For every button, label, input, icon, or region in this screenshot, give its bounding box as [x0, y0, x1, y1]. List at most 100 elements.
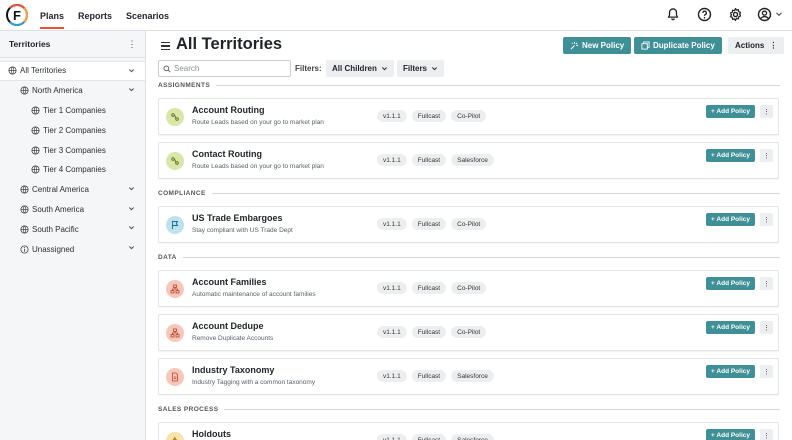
sidebar-item-label: Tier 3 Companies: [43, 145, 106, 155]
policy-tag: Salesforce: [451, 434, 494, 440]
flag-icon: [166, 216, 184, 234]
sidebar-more-icon[interactable]: ⋮: [127, 39, 137, 49]
actions-more-icon: ⋮: [769, 41, 778, 50]
add-policy-button[interactable]: + Add Policy: [706, 213, 755, 226]
sidebar-item-label: South Pacific: [32, 224, 79, 234]
policy-tag: Co-Pilot: [451, 326, 487, 338]
hierarchy-icon: [166, 324, 184, 342]
filters-label: Filters:: [295, 64, 322, 73]
policy-card[interactable]: HoldoutsManage Holdouts when accounts ch…: [158, 422, 779, 440]
section-title: SALES PROCESS: [158, 405, 219, 413]
globe-icon: [20, 185, 32, 194]
menu-icon[interactable]: [161, 42, 170, 52]
card-more-icon[interactable]: ⋮: [760, 277, 773, 290]
sidebar-item[interactable]: Unassigned: [0, 239, 145, 259]
routing-icon: [166, 152, 184, 170]
nav-tab-scenarios[interactable]: Scenarios: [126, 2, 169, 29]
card-more-icon[interactable]: ⋮: [760, 429, 773, 440]
help-icon[interactable]: [694, 4, 714, 24]
sidebar-item[interactable]: Central America: [0, 180, 145, 200]
hand-icon: [166, 432, 184, 440]
user-icon: [757, 7, 772, 21]
policy-card[interactable]: Contact Routing Route Leads based on your…: [158, 142, 779, 179]
policy-tags: v1.1.1 Fullcast Co-Pilot: [377, 282, 487, 294]
actions-label: Actions: [735, 41, 765, 50]
sidebar-title: Territories: [9, 39, 51, 49]
card-more-icon[interactable]: ⋮: [760, 365, 773, 378]
actions-button[interactable]: Actions ⋮: [728, 37, 785, 54]
sidebar-item[interactable]: North America: [0, 81, 145, 101]
sidebar-item[interactable]: All Territories: [0, 61, 145, 81]
policy-card[interactable]: Account Dedupe Remove Duplicate Accounts v…: [158, 314, 779, 351]
policy-tag: v1.1.1: [377, 110, 407, 122]
add-policy-button[interactable]: + Add Policy: [706, 321, 755, 334]
user-menu[interactable]: [756, 4, 784, 24]
policy-tag: Co-Pilot: [451, 218, 487, 230]
policy-card[interactable]: Industry Taxonomy Industry Tagging with a…: [158, 358, 779, 395]
policy-card[interactable]: Account Families Automatic maintenance of…: [158, 270, 779, 307]
sidebar-item[interactable]: Tier 1 Companies: [0, 101, 145, 121]
globe-icon: [20, 225, 32, 234]
nav-tab-plans[interactable]: Plans: [40, 2, 65, 29]
policy-subtitle: Remove Duplicate Accounts: [192, 335, 274, 342]
globe-icon: [31, 146, 43, 155]
policy-tags: v1.1.1 Fullcast Salesforce: [377, 370, 494, 382]
card-more-icon[interactable]: ⋮: [760, 213, 773, 226]
gear-icon[interactable]: [725, 4, 745, 24]
nav-tab-reports[interactable]: Reports: [78, 2, 112, 29]
sidebar-item-label: All Territories: [20, 66, 67, 76]
section-header: ASSIGNMENTS: [158, 80, 780, 90]
add-policy-button[interactable]: + Add Policy: [706, 429, 755, 440]
sidebar-item[interactable]: Tier 2 Companies: [0, 120, 145, 140]
section-title: ASSIGNMENTS: [158, 81, 211, 89]
sidebar-item-label: Tier 1 Companies: [43, 105, 106, 115]
policy-tag: Salesforce: [451, 154, 494, 166]
policy-subtitle: Industry Tagging with a common taxonomy: [192, 379, 316, 386]
sidebar-item[interactable]: Tier 3 Companies: [0, 140, 145, 160]
add-policy-button[interactable]: + Add Policy: [706, 277, 755, 290]
sidebar-item-label: Tier 2 Companies: [43, 125, 106, 135]
policy-card[interactable]: Account Routing Route Leads based on your…: [158, 98, 779, 135]
policy-title: Holdouts: [192, 429, 231, 439]
section-title: COMPLIANCE: [158, 189, 206, 197]
globe-icon: [31, 106, 43, 115]
section-title: DATA: [158, 253, 177, 261]
globe-icon: [20, 86, 32, 95]
add-policy-button[interactable]: + Add Policy: [706, 365, 755, 378]
chevron-down-icon: [776, 12, 782, 17]
children-filter-dropdown[interactable]: All Children: [326, 60, 394, 77]
card-more-icon[interactable]: ⋮: [760, 105, 773, 118]
duplicate-policy-button[interactable]: Duplicate Policy: [634, 37, 722, 54]
new-policy-button[interactable]: New Policy: [563, 37, 632, 54]
chevron-down-icon: [381, 67, 387, 71]
policy-tag: v1.1.1: [377, 218, 407, 230]
card-more-icon[interactable]: ⋮: [760, 321, 773, 334]
policy-tag: Fullcast: [411, 326, 447, 338]
policy-tag: Fullcast: [411, 370, 447, 382]
filters-dropdown[interactable]: Filters: [397, 60, 445, 77]
search-box[interactable]: [158, 60, 291, 77]
duplicate-policy-label: Duplicate Policy: [653, 41, 715, 50]
new-policy-label: New Policy: [582, 41, 625, 50]
policy-tag: Co-Pilot: [451, 282, 487, 294]
search-input[interactable]: [174, 64, 284, 73]
policy-tag: Co-Pilot: [451, 110, 487, 122]
section-header: DATA: [158, 252, 780, 262]
card-more-icon[interactable]: ⋮: [760, 149, 773, 162]
main-content: All Territories New Policy Duplicate Pol…: [146, 31, 792, 440]
app-logo[interactable]: F: [6, 4, 28, 26]
add-policy-button[interactable]: + Add Policy: [706, 149, 755, 162]
policy-subtitle: Automatic maintenance of account familie…: [192, 291, 316, 298]
sidebar-item[interactable]: Tier 4 Companies: [0, 160, 145, 180]
sidebar-item[interactable]: South Pacific: [0, 219, 145, 239]
add-policy-button[interactable]: + Add Policy: [706, 105, 755, 118]
globe-icon: [31, 165, 43, 174]
policy-title: Account Routing: [192, 105, 265, 115]
policy-card[interactable]: US Trade Embargoes Stay compliant with US…: [158, 206, 779, 243]
policy-tags: v1.1.1 Fullcast Co-Pilot: [377, 326, 487, 338]
info-icon: [20, 245, 32, 254]
bell-icon[interactable]: [663, 4, 683, 24]
routing-icon: [166, 108, 184, 126]
sidebar-item[interactable]: South America: [0, 200, 145, 220]
section-header: COMPLIANCE: [158, 188, 780, 198]
